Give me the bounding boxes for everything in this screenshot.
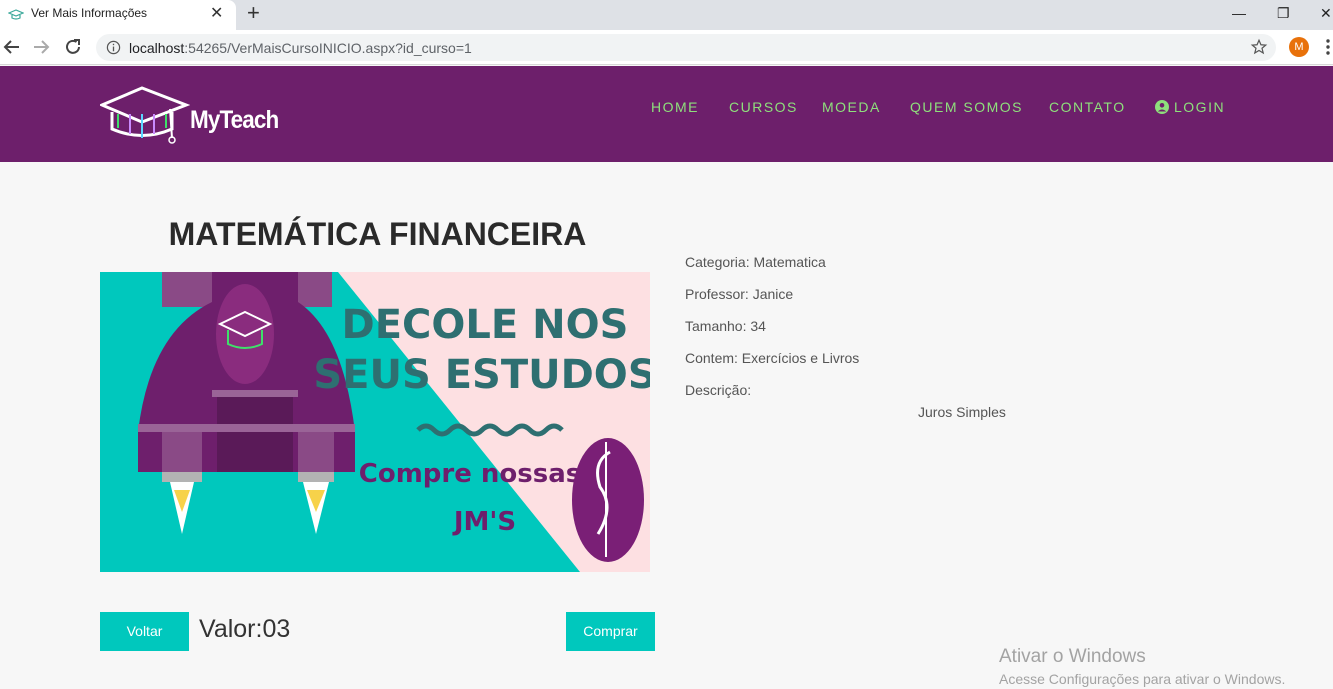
course-banner-image: DECOLE NOS SEUS ESTUDOS Compre nossas JM… bbox=[100, 272, 650, 572]
banner-subline1: Compre nossas bbox=[359, 459, 582, 489]
graduation-cap-logo-icon bbox=[98, 86, 191, 144]
comprar-button[interactable]: Comprar bbox=[566, 612, 655, 651]
restore-icon[interactable]: ❐ bbox=[1277, 3, 1290, 23]
address-bar[interactable]: localhost:54265/VerMaisCursoINICIO.aspx?… bbox=[96, 34, 1276, 61]
forward-icon[interactable] bbox=[29, 35, 53, 59]
tab-close-icon[interactable]: ✕ bbox=[210, 4, 223, 24]
profile-avatar[interactable]: M bbox=[1289, 37, 1309, 57]
banner-headline-line2: SEUS ESTUDOS bbox=[313, 352, 650, 398]
site-header: MyTeach HOME CURSOS MOEDA QUEM SOMOS CON… bbox=[0, 66, 1333, 162]
detail-contem: Contem: Exercícios e Livros bbox=[685, 350, 860, 366]
browser-menu-icon[interactable] bbox=[1326, 38, 1330, 56]
new-tab-icon[interactable]: + bbox=[247, 1, 260, 25]
nav-login-label: LOGIN bbox=[1174, 99, 1226, 115]
url-path: :54265/VerMaisCursoINICIO.aspx?id_curso=… bbox=[184, 40, 472, 56]
back-icon[interactable] bbox=[0, 35, 24, 59]
info-icon[interactable] bbox=[106, 40, 121, 55]
detail-professor: Professor: Janice bbox=[685, 286, 794, 302]
nav-contato[interactable]: CONTATO bbox=[1049, 99, 1126, 115]
tab-title: Ver Mais Informações bbox=[31, 6, 148, 20]
browser-tabstrip: Ver Mais Informações ✕ + — ❐ ✕ bbox=[0, 0, 1333, 30]
banner-headline-line1: DECOLE NOS bbox=[342, 302, 629, 348]
detail-tamanho: Tamanho: 34 bbox=[685, 318, 766, 334]
nav-login[interactable]: LOGIN bbox=[1155, 99, 1225, 115]
url-host: localhost bbox=[129, 40, 185, 56]
reload-icon[interactable] bbox=[61, 35, 85, 59]
nav-cursos[interactable]: CURSOS bbox=[729, 99, 798, 115]
windows-activation-subtitle: Acesse Configurações para ativar o Windo… bbox=[999, 671, 1286, 687]
detail-descricao-label: Descrição: bbox=[685, 382, 752, 398]
logo-text: MyTeach bbox=[190, 106, 279, 134]
bookmark-star-icon[interactable] bbox=[1250, 38, 1268, 56]
banner-subline2: JM'S bbox=[452, 507, 516, 537]
nav-quem-somos[interactable]: QUEM SOMOS bbox=[910, 99, 1023, 115]
course-price: Valor:03 bbox=[199, 615, 291, 643]
url-text: localhost:54265/VerMaisCursoINICIO.aspx?… bbox=[129, 40, 472, 56]
voltar-button[interactable]: Voltar bbox=[100, 612, 189, 651]
detail-categoria: Categoria: Matematica bbox=[685, 254, 826, 270]
nav-home[interactable]: HOME bbox=[651, 99, 699, 115]
user-circle-icon bbox=[1155, 100, 1169, 114]
minimize-icon[interactable]: — bbox=[1232, 3, 1246, 23]
nav-moeda[interactable]: MOEDA bbox=[822, 99, 881, 115]
detail-descricao-text: Juros Simples bbox=[918, 404, 1006, 420]
close-window-icon[interactable]: ✕ bbox=[1320, 3, 1332, 23]
windows-activation-title: Ativar o Windows bbox=[999, 646, 1146, 667]
browser-tab[interactable]: Ver Mais Informações ✕ bbox=[0, 0, 236, 30]
browser-toolbar: localhost:54265/VerMaisCursoINICIO.aspx?… bbox=[0, 30, 1333, 65]
course-title: MATEMÁTICA FINANCEIRA bbox=[168, 216, 587, 252]
graduation-cap-favicon-icon bbox=[8, 9, 24, 20]
site-logo[interactable]: MyTeach bbox=[98, 82, 280, 144]
